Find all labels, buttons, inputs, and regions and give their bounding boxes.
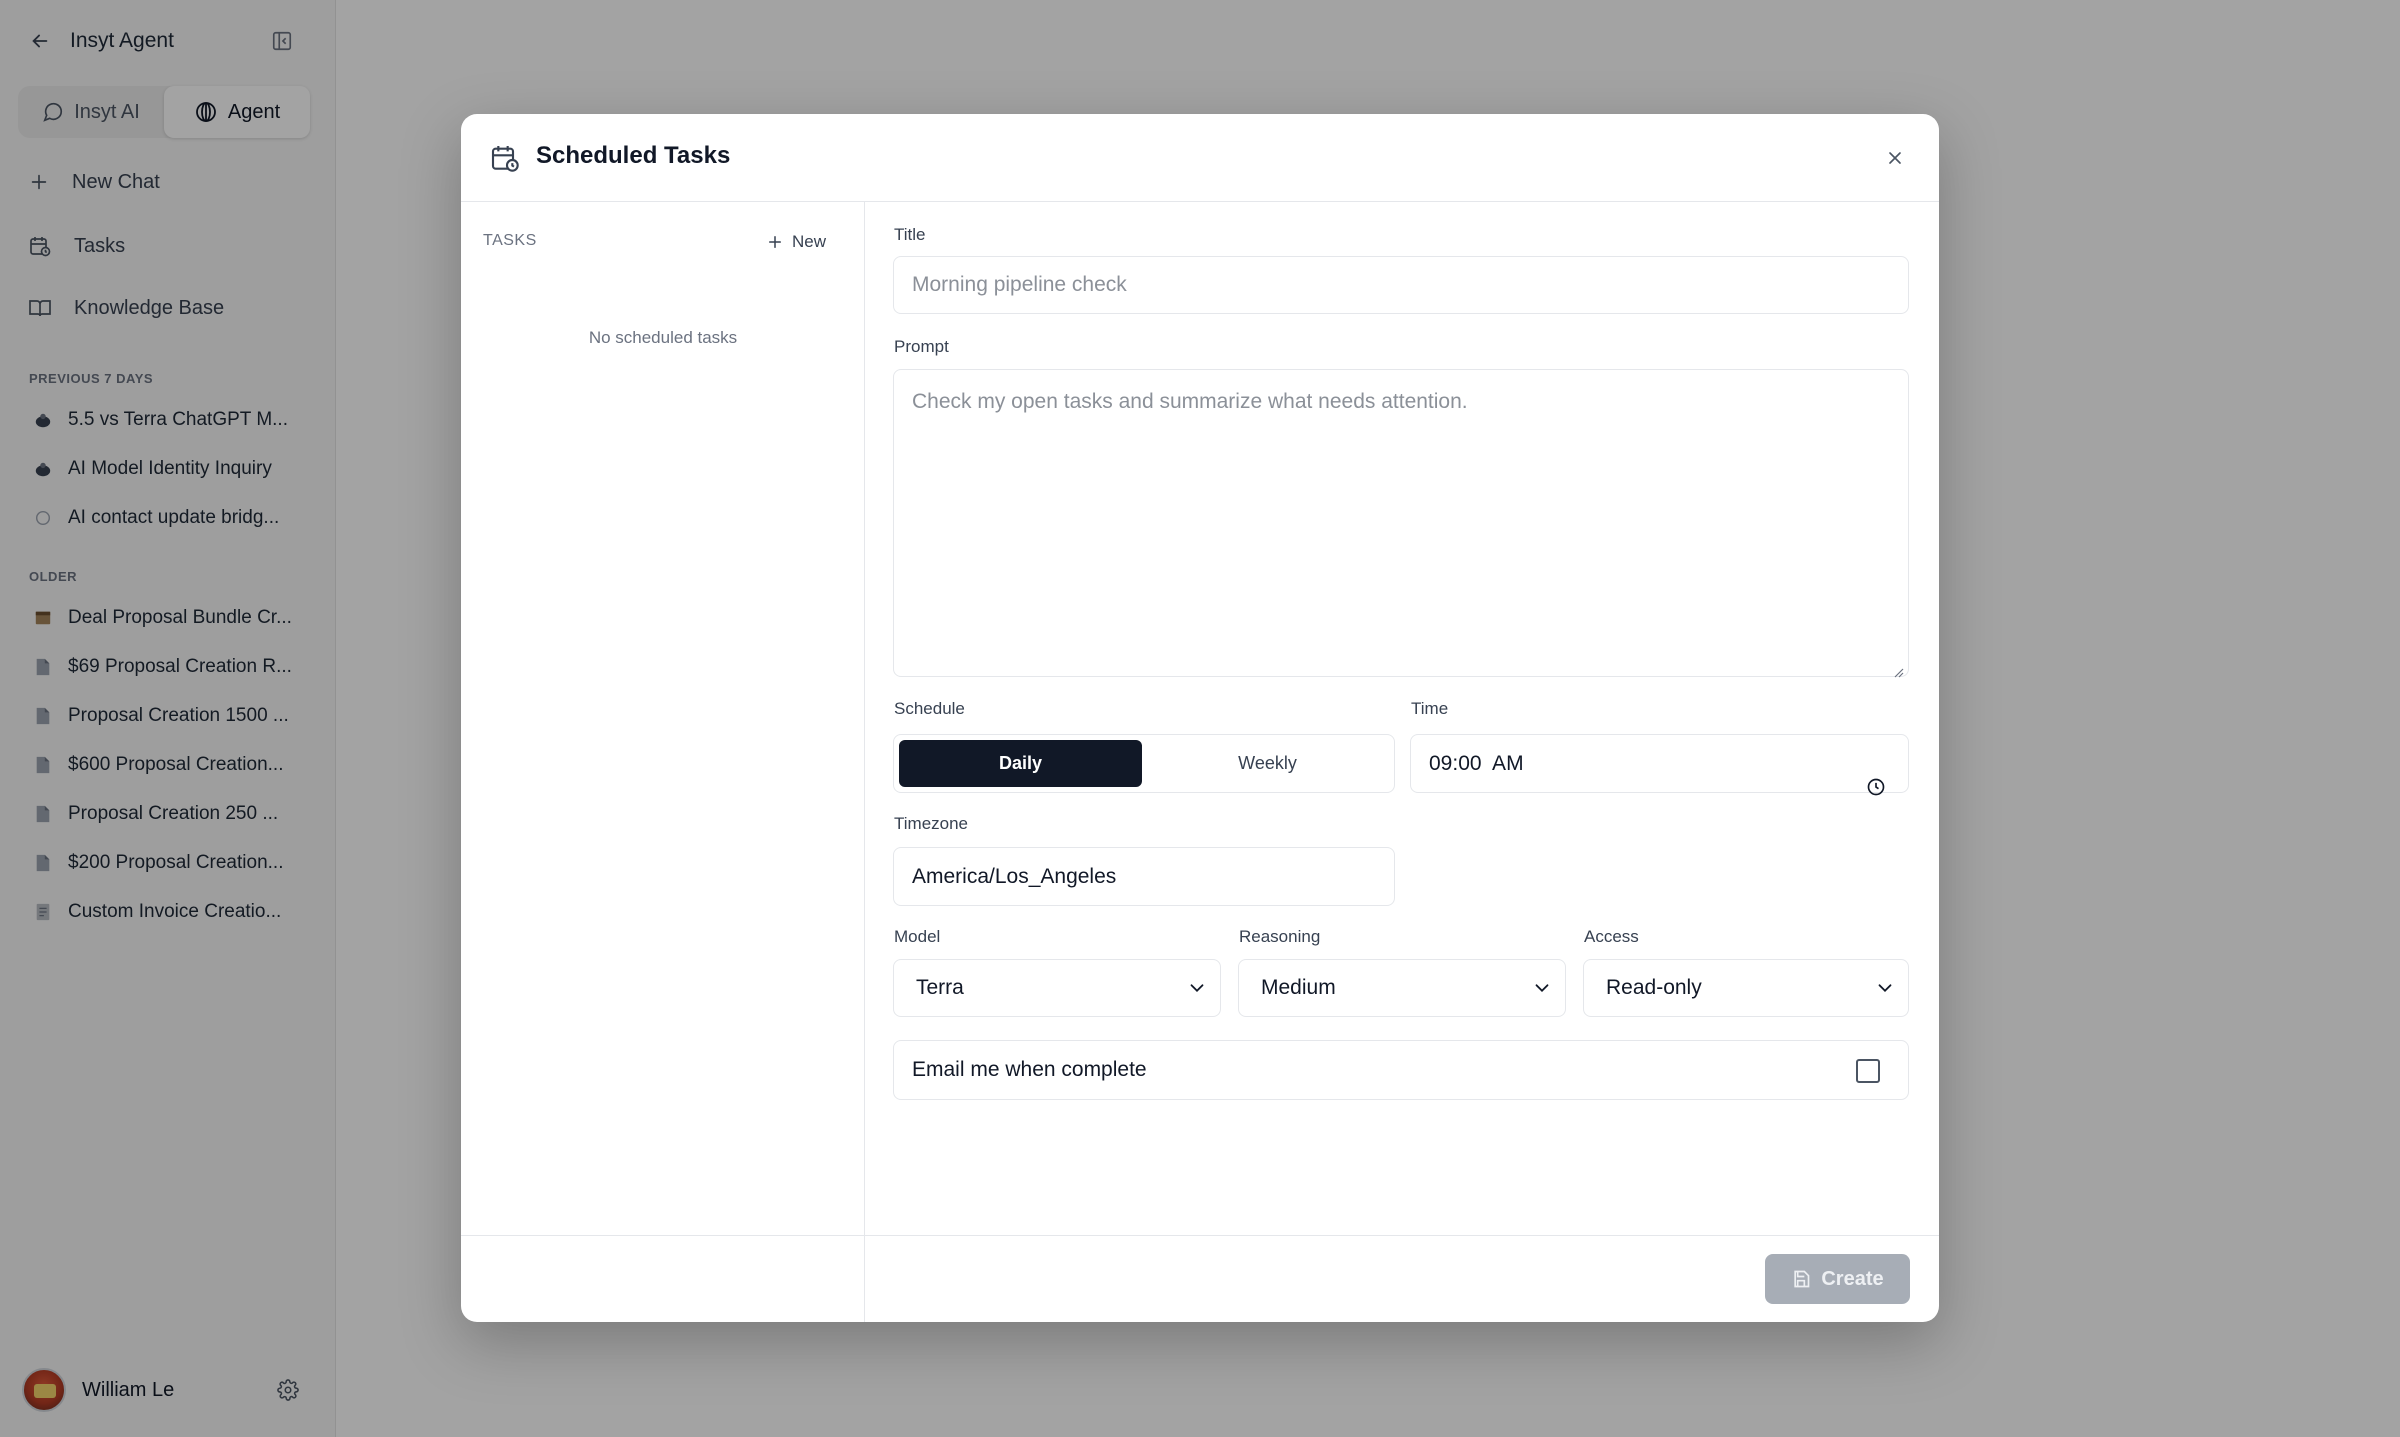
schedule-toggle: Daily Weekly	[893, 734, 1395, 793]
new-task-label: New	[792, 232, 827, 251]
time-label: Time	[1411, 699, 1449, 718]
resize-grip-icon[interactable]	[1892, 660, 1904, 678]
create-label: Create	[1821, 1267, 1884, 1290]
plus-icon	[769, 236, 781, 248]
modal-title: Scheduled Tasks	[536, 142, 731, 169]
timezone-input[interactable]: America/Los_Angeles	[893, 847, 1395, 906]
reasoning-value: Medium	[1261, 976, 1336, 999]
model-select[interactable]: Terra	[893, 959, 1221, 1017]
close-icon[interactable]	[1881, 144, 1909, 172]
title-label: Title	[894, 225, 926, 244]
tasks-label: TASKS	[483, 232, 537, 249]
email-notification-row[interactable]: Email me when complete	[893, 1040, 1909, 1100]
reasoning-select[interactable]: Medium	[1238, 959, 1566, 1017]
modal-footer	[461, 1235, 1939, 1322]
prompt-placeholder: Check my open tasks and summarize what n…	[912, 390, 1468, 413]
email-checkbox[interactable]	[1856, 1059, 1880, 1083]
chevron-down-icon	[1531, 977, 1553, 999]
timezone-label: Timezone	[894, 814, 969, 833]
access-label: Access	[1584, 927, 1639, 946]
calendar-clock-icon	[489, 142, 521, 174]
schedule-weekly-option[interactable]: Weekly	[1146, 740, 1389, 787]
task-list-panel	[461, 202, 865, 1322]
reasoning-label: Reasoning	[1239, 927, 1321, 946]
scheduled-tasks-modal: Scheduled Tasks TASKS New No scheduled t…	[461, 114, 1939, 1322]
new-task-button[interactable]: New	[766, 229, 826, 255]
clock-icon[interactable]	[1831, 753, 1886, 827]
modal-header: Scheduled Tasks	[461, 114, 1939, 202]
create-button[interactable]: Create	[1765, 1254, 1910, 1304]
empty-tasks-message: No scheduled tasks	[588, 328, 738, 347]
email-label: Email me when complete	[912, 1058, 1147, 1081]
chevron-down-icon	[1186, 977, 1208, 999]
save-icon	[1794, 1270, 1810, 1288]
schedule-daily-option[interactable]: Daily	[899, 740, 1142, 787]
model-value: Terra	[916, 976, 964, 999]
schedule-label: Schedule	[894, 699, 965, 718]
model-label: Model	[894, 927, 941, 946]
access-value: Read-only	[1606, 976, 1702, 999]
chevron-down-icon	[1874, 977, 1896, 999]
prompt-label: Prompt	[894, 337, 949, 356]
time-input[interactable]: 09:00 AM	[1410, 734, 1909, 796]
access-select[interactable]: Read-only	[1583, 959, 1909, 1017]
title-input[interactable]: Morning pipeline check	[893, 256, 1909, 314]
prompt-textarea[interactable]: Check my open tasks and summarize what n…	[893, 369, 1909, 678]
time-value: 09:00 AM	[1429, 751, 1524, 775]
